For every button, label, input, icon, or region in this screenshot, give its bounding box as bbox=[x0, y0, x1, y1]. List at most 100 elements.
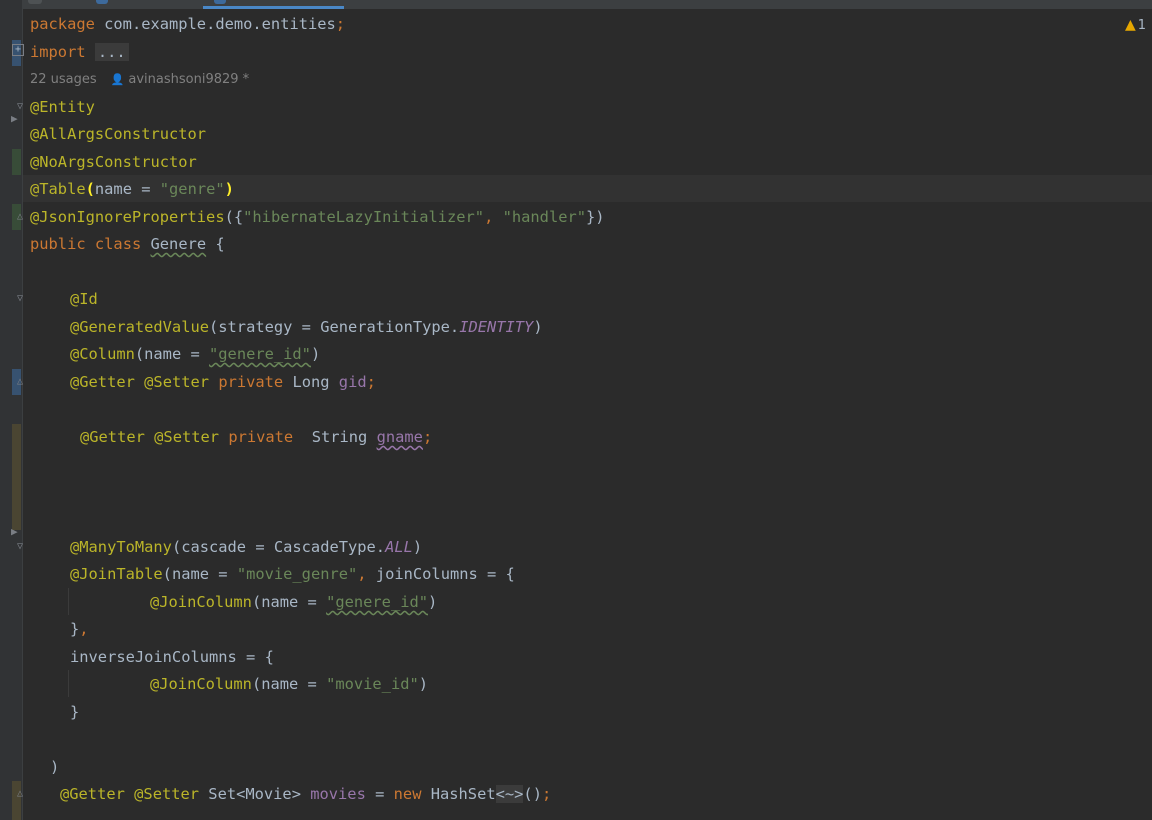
code-line-inverse[interactable]: inverseJoinColumns = { bbox=[70, 644, 274, 671]
punct: }) bbox=[586, 208, 605, 226]
fold-collapse-icon[interactable]: ▽ bbox=[14, 541, 26, 553]
brace: } bbox=[70, 620, 80, 638]
folded-imports[interactable]: ... bbox=[94, 43, 129, 61]
annotation: @JoinTable bbox=[70, 565, 163, 583]
enum-constant: IDENTITY bbox=[459, 318, 534, 336]
gutter-arrow-icon[interactable]: ▶ bbox=[11, 112, 18, 125]
fold-collapse-icon[interactable]: △ bbox=[14, 788, 26, 800]
vcs-change-marker bbox=[12, 781, 21, 820]
code-line-allargs[interactable]: @AllArgsConstructor bbox=[30, 121, 206, 148]
argument: name = bbox=[94, 180, 160, 198]
fold-collapse-icon[interactable]: △ bbox=[14, 376, 26, 388]
code-line-entity[interactable]: @Entity bbox=[30, 94, 95, 121]
code-line-close-1[interactable]: }, bbox=[70, 616, 89, 643]
code-line-joincolumn-2[interactable]: @JoinColumn(name = "movie_id") bbox=[150, 671, 428, 698]
code-line-noargs[interactable]: @NoArgsConstructor bbox=[30, 149, 197, 176]
argument: joinColumns = { bbox=[375, 565, 515, 583]
type: Long bbox=[283, 373, 339, 391]
type: String bbox=[293, 428, 377, 446]
fold-expand-icon[interactable]: + bbox=[12, 44, 24, 56]
class-name: Genere bbox=[150, 235, 207, 253]
code-line-column[interactable]: @Column(name = "genere_id") bbox=[70, 341, 320, 368]
modifier: public bbox=[30, 235, 86, 253]
matched-paren: ( bbox=[85, 180, 95, 198]
punct: ) bbox=[533, 318, 543, 336]
argument: (cascade = CascadeType. bbox=[171, 538, 386, 556]
folded-diamond[interactable]: <~> bbox=[495, 785, 524, 803]
tab-fragment[interactable] bbox=[96, 0, 108, 4]
annotation: @JoinColumn bbox=[150, 593, 252, 611]
code-line-close-2[interactable]: } bbox=[70, 699, 79, 726]
keyword: new bbox=[393, 785, 422, 803]
string-literal: "movie_genre" bbox=[236, 565, 358, 583]
code-line-generated[interactable]: @GeneratedValue(strategy = GenerationTyp… bbox=[70, 314, 543, 341]
argument: (strategy = GenerationType. bbox=[209, 318, 460, 336]
punct: ) bbox=[428, 593, 438, 611]
comma: , bbox=[484, 208, 503, 226]
code-line-movies[interactable]: @Getter @Setter Set<Movie> movies = new … bbox=[60, 781, 551, 808]
semicolon: ; bbox=[335, 15, 346, 33]
annotation: @Setter bbox=[134, 785, 200, 803]
code-line-class[interactable]: public class Genere { bbox=[30, 231, 225, 258]
comma: , bbox=[79, 620, 89, 638]
string-literal: "genre" bbox=[159, 180, 225, 198]
punct: ) bbox=[412, 538, 423, 556]
argument: (name = bbox=[251, 593, 327, 611]
argument: (name = bbox=[162, 565, 237, 583]
vcs-change-marker bbox=[12, 149, 21, 175]
editor-tab-bar bbox=[0, 0, 1152, 9]
fold-collapse-icon[interactable]: ▽ bbox=[14, 293, 26, 305]
package-name: com.example.demo.entities bbox=[94, 15, 336, 33]
string-literal: "genere_id" bbox=[209, 345, 311, 363]
field-name: movies bbox=[310, 785, 366, 803]
fold-collapse-icon[interactable]: △ bbox=[14, 211, 26, 223]
annotation: @Getter bbox=[70, 373, 135, 391]
enum-constant: ALL bbox=[385, 538, 413, 556]
brace: { bbox=[206, 235, 225, 253]
annotation: @Getter bbox=[60, 785, 125, 803]
annotation: @Table bbox=[30, 180, 86, 198]
code-line-jointable[interactable]: @JoinTable(name = "movie_genre", joinCol… bbox=[70, 561, 515, 588]
string-literal: "movie_id" bbox=[326, 675, 419, 693]
tab-fragment[interactable] bbox=[214, 0, 226, 4]
code-line-joincolumn-1[interactable]: @JoinColumn(name = "genere_id") bbox=[150, 589, 437, 616]
author-name[interactable]: avinashsoni9829 * bbox=[128, 72, 249, 87]
punct: ) bbox=[310, 345, 321, 363]
gutter-separator bbox=[22, 0, 23, 820]
tab-fragment[interactable] bbox=[28, 0, 42, 4]
annotation: @Setter bbox=[154, 428, 220, 446]
modifier: private bbox=[218, 373, 284, 391]
semicolon: ; bbox=[366, 373, 376, 391]
annotation: @Getter bbox=[80, 428, 145, 446]
code-line-paren[interactable]: ) bbox=[50, 754, 59, 781]
gutter-arrow-icon[interactable]: ▶ bbox=[11, 525, 18, 538]
keyword: package bbox=[30, 15, 95, 33]
code-line-manytomany[interactable]: @ManyToMany(cascade = CascadeType.ALL) bbox=[70, 534, 422, 561]
operator: = bbox=[365, 785, 394, 803]
argument: (name = bbox=[134, 345, 210, 363]
indent-guide bbox=[68, 588, 69, 615]
code-vision-hints: 22 usages 👤 avinashsoni9829 * bbox=[30, 70, 249, 90]
annotation: @GeneratedValue bbox=[70, 318, 209, 336]
annotation: @JoinColumn bbox=[150, 675, 252, 693]
punct: ) bbox=[418, 675, 429, 693]
field-name: gname bbox=[376, 428, 423, 446]
punct: ({ bbox=[224, 208, 244, 226]
code-line-jsonignore[interactable]: @JsonIgnoreProperties({"hibernateLazyIni… bbox=[30, 204, 605, 231]
warnings-indicator[interactable]: ▲ 1 bbox=[1125, 17, 1146, 33]
code-line-gname[interactable]: @Getter @Setter private String gname; bbox=[80, 424, 432, 451]
code-line-import[interactable]: import ... bbox=[30, 39, 129, 66]
user-icon: 👤 bbox=[110, 73, 125, 86]
class-name: HashSet bbox=[421, 785, 496, 803]
usages-link[interactable]: 22 usages bbox=[30, 72, 97, 87]
comma: , bbox=[357, 565, 376, 583]
string-literal: "genere_id" bbox=[326, 593, 429, 611]
keyword: class bbox=[94, 235, 142, 253]
code-line-package[interactable]: package com.example.demo.entities; bbox=[30, 11, 345, 38]
active-tab-indicator[interactable] bbox=[203, 6, 344, 9]
code-line-table[interactable]: @Table(name = "genre") bbox=[30, 176, 234, 203]
code-line-id[interactable]: @Id bbox=[70, 286, 98, 313]
warning-count: 1 bbox=[1137, 18, 1146, 33]
code-line-gid[interactable]: @Getter @Setter private Long gid; bbox=[70, 369, 376, 396]
vcs-change-marker bbox=[12, 424, 21, 530]
